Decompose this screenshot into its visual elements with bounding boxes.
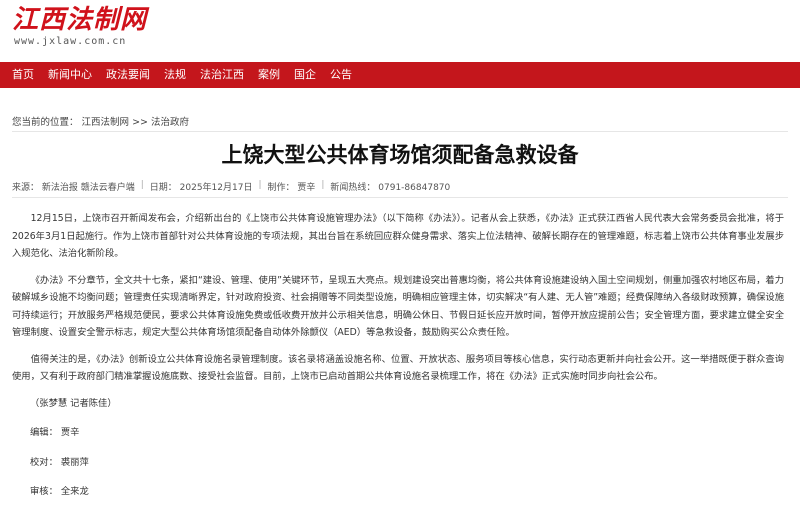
article-title: 上饶大型公共体育场馆须配备急救设备 (221, 143, 579, 167)
meta-date: 日期： 2025年12月17日 (149, 183, 253, 193)
breadcrumb: 您当前的位置： 江西法制网 >> 法治政府 (12, 114, 189, 128)
article-editor: 编辑： 贾辛 (30, 427, 80, 438)
nav-item-news-center[interactable]: 新闻中心 (41, 62, 99, 88)
meta-divider: | (140, 180, 144, 190)
article-body: 12月15日，上饶市召开新闻发布会，介绍新出台的《上饶市公共体育设施管理办法》（… (12, 210, 784, 513)
article-proofreader: 校对： 裘丽萍 (30, 456, 89, 468)
nav-item-announcements[interactable]: 公告 (323, 62, 359, 88)
breadcrumb-prefix: 您当前的位置： (12, 117, 79, 128)
article-credit: （张梦慧 记者陈佳） (30, 397, 117, 409)
site-logo[interactable]: 江西法制网 (12, 4, 147, 36)
article-reviewer: 审核： 全来龙 (30, 486, 89, 497)
nav-item-rule-of-law-jiangxi[interactable]: 法治江西 (193, 62, 251, 88)
main-nav: 首页 新闻中心 政法要闻 法规 法治江西 案例 国企 公告 (0, 62, 800, 88)
meta-hotline: 新闻热线： 0791-86847870 (330, 183, 451, 193)
meta-author: 制作： 贾辛 (267, 183, 316, 193)
article-paragraph: 《办法》不分章节，全文共十七条，紧扣“建设、管理、使用”关键环节，呈现五大亮点。… (12, 274, 784, 339)
meta-divider: | (321, 180, 325, 190)
nav-item-regulations[interactable]: 法规 (157, 62, 193, 88)
article-paragraph: 值得关注的是，《办法》创新设立公共体育设施名录管理制度。该名录将涵盖设施名称、位… (12, 353, 784, 383)
breadcrumb-separator: >> (132, 117, 149, 128)
meta-divider-line (12, 197, 788, 198)
nav-item-cases[interactable]: 案例 (251, 62, 287, 88)
nav-item-politics-law[interactable]: 政法要闻 (99, 62, 157, 88)
breadcrumb-site-link[interactable]: 江西法制网 (82, 117, 130, 128)
nav-item-state-enterprises[interactable]: 国企 (287, 62, 323, 88)
article-paragraph: 12月15日，上饶市召开新闻发布会，介绍新出台的《上饶市公共体育设施管理办法》（… (12, 213, 784, 259)
meta-source: 来源： 新法治报 赣法云春户端 (12, 183, 135, 193)
article-meta: 来源： 新法治报 赣法云春户端 | 日期： 2025年12月17日 | 制作： … (12, 180, 450, 193)
meta-divider: | (258, 180, 262, 190)
nav-item-home[interactable]: 首页 (0, 62, 41, 88)
site-header: 江西法制网 www.jxlaw.com.cn (0, 0, 800, 62)
breadcrumb-section-link[interactable]: 法治政府 (151, 117, 189, 128)
breadcrumb-divider (12, 131, 788, 132)
site-url: www.jxlaw.com.cn (14, 36, 127, 47)
